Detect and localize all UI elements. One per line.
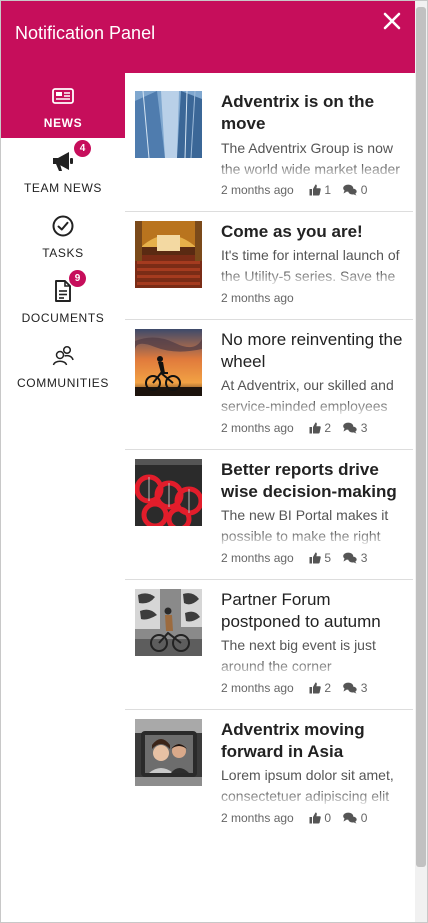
sidebar: NEWS TEAM NEWS 4 TASKS DOCUMENTS 9 COMMU… (1, 73, 125, 922)
like-count: 1 (324, 183, 332, 197)
news-meta: 2 months ago 1 0 (221, 183, 367, 197)
panel-header: Notification Panel (1, 1, 415, 73)
nav-item-communities[interactable]: COMMUNITIES (1, 333, 125, 398)
comment-stat[interactable]: 0 (343, 811, 367, 825)
comments-icon (343, 552, 358, 564)
thumbs-up-icon (309, 552, 321, 564)
news-item[interactable]: Better reports drive wise decision-makin… (125, 450, 413, 580)
nav-label-documents: DOCUMENTS (21, 311, 105, 325)
nav-label-team-news: TEAM NEWS (23, 181, 103, 195)
news-date: 2 months ago (221, 183, 294, 197)
news-thumbnail (135, 719, 202, 786)
news-excerpt: The new BI Portal makes it possible to m… (221, 505, 406, 547)
nav-item-tasks[interactable]: TASKS (1, 203, 125, 268)
news-excerpt: At Adventrix, our skilled and service-mi… (221, 375, 406, 417)
team-news-badge: 4 (74, 140, 91, 157)
news-meta: 2 months ago 2 3 (221, 421, 367, 435)
news-title[interactable]: Adventrix moving forward in Asia (221, 719, 406, 763)
comments-icon (343, 422, 358, 434)
news-title[interactable]: Come as you are! (221, 221, 406, 243)
news-list: Adventrix is on the move The Adventrix G… (125, 73, 415, 922)
close-button[interactable] (383, 9, 401, 35)
comment-count: 3 (360, 551, 368, 565)
news-title[interactable]: Adventrix is on the move (221, 91, 406, 135)
like-count: 5 (324, 551, 332, 565)
news-thumbnail (135, 329, 202, 396)
nav-item-documents[interactable]: DOCUMENTS 9 (1, 268, 125, 333)
panel-title: Notification Panel (15, 23, 156, 43)
news-item[interactable]: Come as you are! It's time for internal … (125, 212, 413, 320)
news-thumbnail (135, 221, 202, 288)
users-icon (52, 345, 74, 366)
news-meta: 2 months ago (221, 291, 294, 305)
news-excerpt: Lorem ipsum dolor sit amet, consectetuer… (221, 765, 406, 807)
news-title[interactable]: No more reinventing the wheel (221, 329, 406, 373)
news-meta: 2 months ago 0 0 (221, 811, 367, 825)
news-meta: 2 months ago 5 3 (221, 551, 367, 565)
comments-icon (343, 682, 358, 694)
news-item[interactable]: Adventrix is on the move The Adventrix G… (125, 73, 413, 212)
nav-label-tasks: TASKS (42, 246, 84, 260)
scrollbar-thumb[interactable] (416, 7, 426, 867)
like-stat[interactable]: 1 (309, 183, 331, 197)
comments-icon (343, 184, 358, 196)
newspaper-icon (52, 88, 74, 104)
news-date: 2 months ago (221, 551, 294, 565)
comment-stat[interactable]: 0 (343, 183, 367, 197)
comment-stat[interactable]: 3 (343, 421, 367, 435)
like-stat[interactable]: 0 (309, 811, 331, 825)
comment-count: 0 (360, 183, 368, 197)
news-title[interactable]: Better reports drive wise decision-makin… (221, 459, 406, 503)
like-stat[interactable]: 5 (309, 551, 331, 565)
news-item[interactable]: Adventrix moving forward in Asia Lorem i… (125, 710, 413, 839)
nav-label-communities: COMMUNITIES (17, 376, 109, 390)
megaphone-icon (53, 152, 73, 171)
documents-badge: 9 (69, 270, 86, 287)
like-count: 2 (324, 681, 332, 695)
like-stat[interactable]: 2 (309, 421, 331, 435)
comment-stat[interactable]: 3 (343, 681, 367, 695)
comment-count: 0 (360, 811, 368, 825)
like-count: 0 (324, 811, 332, 825)
news-date: 2 months ago (221, 421, 294, 435)
news-title[interactable]: Partner Forum postponed to autumn (221, 589, 406, 633)
news-excerpt: The next big event is just around the co… (221, 635, 406, 677)
thumbs-up-icon (309, 184, 321, 196)
comment-stat[interactable]: 3 (343, 551, 367, 565)
thumbs-up-icon (309, 422, 321, 434)
nav-label-news: NEWS (43, 116, 83, 130)
news-excerpt: The Adventrix Group is now the world wid… (221, 138, 406, 180)
news-thumbnail (135, 589, 202, 656)
news-thumbnail (135, 91, 202, 158)
news-date: 2 months ago (221, 811, 294, 825)
news-excerpt: It's time for internal launch of the Uti… (221, 245, 406, 287)
check-circle-icon (52, 215, 74, 237)
like-count: 2 (324, 421, 332, 435)
nav-item-team-news[interactable]: TEAM NEWS 4 (1, 138, 125, 203)
scrollbar[interactable] (415, 1, 427, 922)
close-icon (383, 12, 401, 30)
notification-panel: Notification Panel NEWS TEAM NEWS 4 TASK… (0, 0, 428, 923)
news-item[interactable]: Partner Forum postponed to autumn The ne… (125, 580, 413, 710)
news-thumbnail (135, 459, 202, 526)
news-date: 2 months ago (221, 291, 294, 305)
like-stat[interactable]: 2 (309, 681, 331, 695)
comment-count: 3 (360, 421, 368, 435)
comments-icon (343, 812, 358, 824)
news-date: 2 months ago (221, 681, 294, 695)
news-meta: 2 months ago 2 3 (221, 681, 367, 695)
comment-count: 3 (360, 681, 368, 695)
thumbs-up-icon (309, 812, 321, 824)
thumbs-up-icon (309, 682, 321, 694)
nav-item-news[interactable]: NEWS (1, 73, 125, 138)
news-item[interactable]: No more reinventing the wheel At Adventr… (125, 320, 413, 450)
